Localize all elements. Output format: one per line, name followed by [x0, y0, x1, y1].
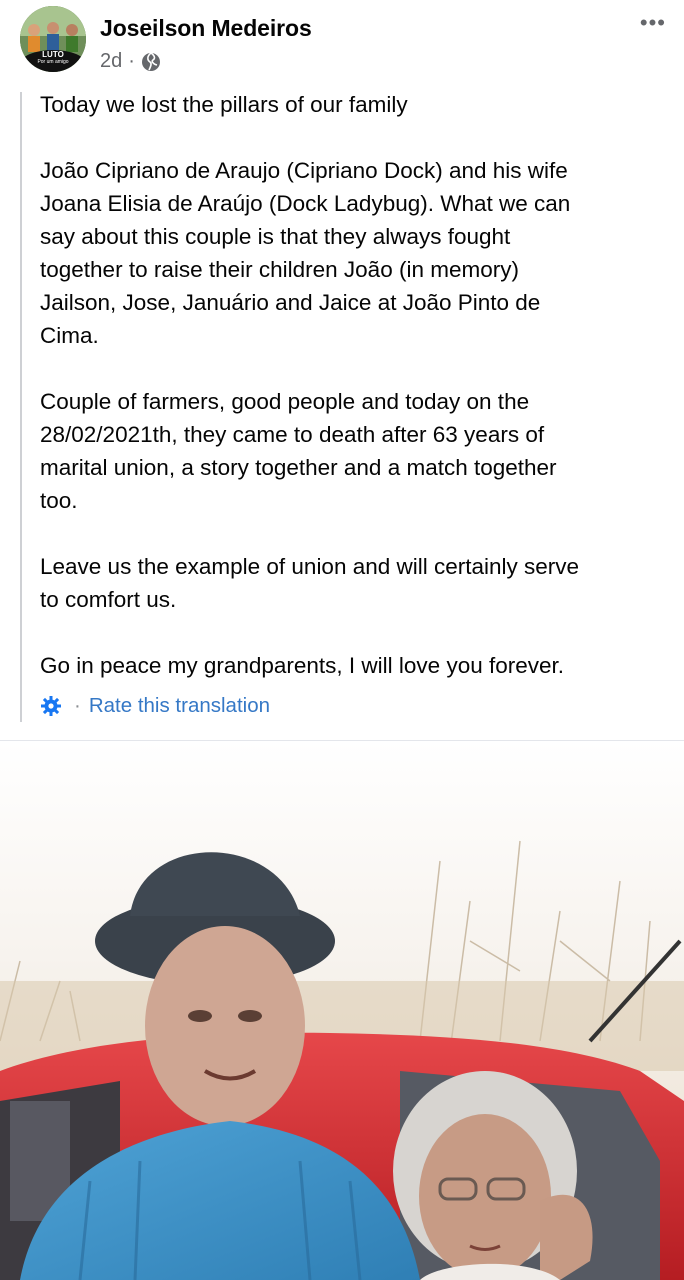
- post-paragraph: Couple of farmers, good people and today…: [40, 389, 557, 513]
- post-time[interactable]: 2d: [100, 50, 122, 73]
- post-meta: 2d ·: [100, 50, 161, 73]
- post-paragraph: João Cipriano de Araujo (Cipriano Dock) …: [40, 158, 571, 348]
- translation-quote-bar: [20, 92, 22, 722]
- gear-icon[interactable]: [40, 695, 62, 717]
- post-text: Today we lost the pillars of our family …: [40, 88, 670, 682]
- more-options-icon[interactable]: •••: [640, 10, 666, 36]
- avatar[interactable]: LUTO Por um amigo: [20, 6, 86, 72]
- globe-icon: [141, 51, 161, 72]
- translation-bar: · Rate this translation: [40, 694, 270, 718]
- meta-separator: ·: [128, 50, 135, 72]
- avatar-badge-subtext: Por um amigo: [37, 59, 69, 65]
- avatar-badge-text: LUTO: [42, 50, 64, 59]
- rate-translation-link[interactable]: Rate this translation: [89, 694, 270, 718]
- author-name[interactable]: Joseilson Medeiros: [100, 15, 312, 42]
- post-paragraph: Today we lost the pillars of our family: [40, 92, 408, 117]
- post-header: LUTO Por um amigo Joseilson Medeiros 2d …: [0, 0, 684, 86]
- post-paragraph: Go in peace my grandparents, I will love…: [40, 653, 565, 678]
- post-photo[interactable]: [0, 741, 684, 1280]
- post-paragraph: Leave us the example of union and will c…: [40, 554, 580, 612]
- translation-separator: ·: [74, 694, 81, 717]
